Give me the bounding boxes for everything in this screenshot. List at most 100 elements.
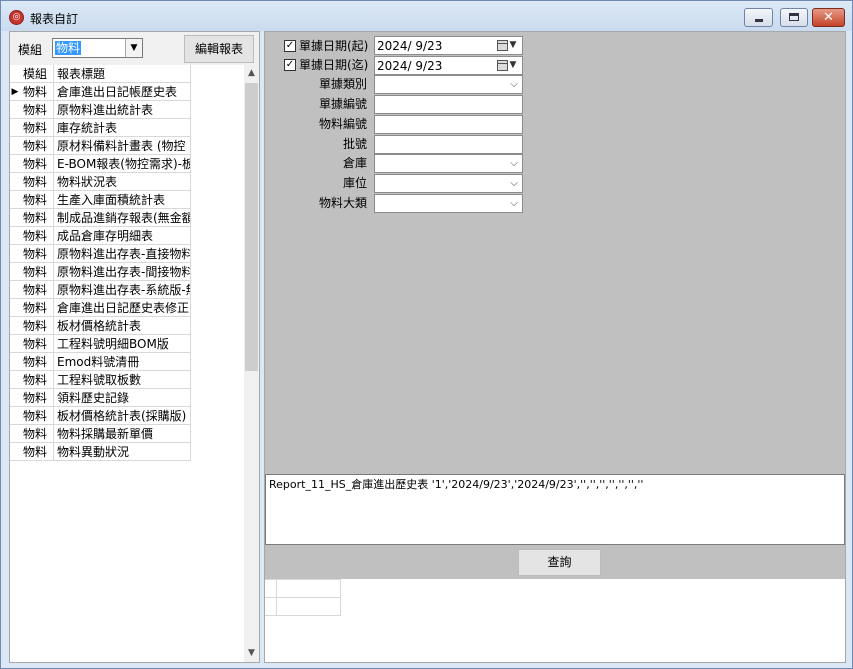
row-module[interactable]: 物料 [20, 191, 54, 209]
row-title[interactable]: 工程料號明細BOM版 [54, 335, 191, 353]
scroll-up-icon[interactable]: ▲ [244, 65, 259, 81]
warehouse-select[interactable]: ⌵ [374, 154, 523, 173]
row-module[interactable]: 物料 [20, 407, 54, 425]
grid-header-title[interactable]: 報表標題 [54, 65, 191, 83]
location-select[interactable]: ⌵ [374, 174, 523, 193]
table-row[interactable]: 物料 物料採購最新單價 [10, 425, 191, 443]
chevron-down-icon[interactable]: ⌵ [508, 155, 520, 172]
sql-text-area[interactable]: Report_11_HS_倉庫進出歷史表 '1','2024/9/23','20… [265, 474, 845, 545]
row-title[interactable]: 板材價格統計表(採購版) [54, 407, 191, 425]
row-title[interactable]: 原物料進出存表-間接物料 [54, 263, 191, 281]
row-module[interactable]: 物料 [20, 227, 54, 245]
row-module[interactable]: 物料 [20, 317, 54, 335]
table-row[interactable]: 物料 成品倉庫存明細表 [10, 227, 191, 245]
date-to-picker[interactable]: 2024/ 9/23 ▼ [374, 56, 523, 75]
row-title[interactable]: 倉庫進出日記帳歷史表 [54, 83, 191, 101]
chevron-down-icon[interactable]: ⌵ [508, 175, 520, 192]
row-title[interactable]: 制成品進銷存報表(無金額 [54, 209, 191, 227]
table-row[interactable]: 物料 領料歷史記錄 [10, 389, 191, 407]
table-row[interactable]: 物料 板材價格統計表(採購版) [10, 407, 191, 425]
table-row[interactable]: 物料 倉庫進出日記歷史表修正Ⅰ [10, 299, 191, 317]
material-category-select[interactable]: ⌵ [374, 194, 523, 213]
table-row[interactable]: 物料 原物料進出統計表 [10, 101, 191, 119]
chevron-down-icon[interactable]: ▼ [508, 57, 518, 74]
edit-report-button[interactable]: 編輯報表 [184, 35, 254, 63]
row-module[interactable]: 物料 [20, 425, 54, 443]
row-title[interactable]: 原材料備料計畫表 (物控 [54, 137, 191, 155]
row-module[interactable]: 物料 [20, 245, 54, 263]
calendar-icon[interactable] [497, 40, 508, 51]
row-module[interactable]: 物料 [20, 335, 54, 353]
row-title[interactable]: 倉庫進出日記歷史表修正Ⅰ [54, 299, 191, 317]
date-from-picker[interactable]: 2024/ 9/23 ▼ [374, 36, 523, 55]
date-to-label[interactable]: ✓ 單據日期(迄) [284, 56, 386, 74]
row-module[interactable]: 物料 [20, 173, 54, 191]
result-grid[interactable] [265, 579, 845, 662]
row-module[interactable]: 物料 [20, 353, 54, 371]
row-module[interactable]: 物料 [20, 281, 54, 299]
row-title[interactable]: 物料採購最新單價 [54, 425, 191, 443]
doc-type-select[interactable]: ⌵ [374, 75, 523, 94]
row-module[interactable]: 物料 [20, 263, 54, 281]
chevron-down-icon[interactable]: ⌵ [508, 76, 520, 93]
row-title[interactable]: 庫存統計表 [54, 119, 191, 137]
table-row[interactable]: 物料 工程料號取板數 [10, 371, 191, 389]
row-title[interactable]: 物料異動狀況 [54, 443, 191, 461]
minimize-button[interactable] [744, 8, 773, 27]
row-title[interactable]: 原物料進出存表-系統版-無 [54, 281, 191, 299]
table-row[interactable]: 物料 原材料備料計畫表 (物控 [10, 137, 191, 155]
row-title[interactable]: 工程料號取板數 [54, 371, 191, 389]
scroll-thumb[interactable] [245, 83, 258, 371]
row-title[interactable]: 原物料進出存表-直接物料 [54, 245, 191, 263]
chevron-down-icon[interactable]: ▼ [125, 39, 142, 57]
row-module[interactable]: 物料 [20, 83, 54, 101]
grid-header-module[interactable]: 模組 [20, 65, 54, 83]
table-row[interactable]: 物料 物料狀況表 [10, 173, 191, 191]
query-button[interactable]: 查詢 [518, 549, 601, 576]
calendar-icon[interactable] [497, 60, 508, 71]
date-to-checkbox[interactable]: ✓ [284, 58, 296, 71]
row-module[interactable]: 物料 [20, 443, 54, 461]
row-module[interactable]: 物料 [20, 137, 54, 155]
row-title[interactable]: 生產入庫面積統計表 [54, 191, 191, 209]
date-from-label[interactable]: ✓ 單據日期(起) [284, 37, 386, 55]
table-row[interactable]: 物料 物料異動狀況 [10, 443, 191, 461]
row-module[interactable]: 物料 [20, 371, 54, 389]
table-row[interactable]: 物料 制成品進銷存報表(無金額 [10, 209, 191, 227]
table-row[interactable]: 物料 工程料號明細BOM版 [10, 335, 191, 353]
row-module[interactable]: 物料 [20, 101, 54, 119]
row-title[interactable]: 板材價格統計表 [54, 317, 191, 335]
row-module[interactable]: 物料 [20, 119, 54, 137]
table-row[interactable]: ▶ 物料 倉庫進出日記帳歷史表 [10, 83, 191, 101]
title-bar[interactable]: ◎ 報表自訂 ✕ [1, 1, 852, 31]
grid-scrollbar[interactable]: ▲ ▼ [244, 65, 259, 662]
table-row[interactable]: 物料 原物料進出存表-間接物料 [10, 263, 191, 281]
table-row[interactable]: 物料 板材價格統計表 [10, 317, 191, 335]
close-button[interactable]: ✕ [812, 8, 845, 27]
scroll-down-icon[interactable]: ▼ [244, 645, 259, 661]
row-title[interactable]: Emod料號清冊 [54, 353, 191, 371]
table-row[interactable]: 物料 生產入庫面積統計表 [10, 191, 191, 209]
row-module[interactable]: 物料 [20, 389, 54, 407]
doc-no-input[interactable] [374, 95, 523, 114]
row-module[interactable]: 物料 [20, 299, 54, 317]
row-title[interactable]: 物料狀況表 [54, 173, 191, 191]
row-title[interactable]: 領料歷史記錄 [54, 389, 191, 407]
row-module[interactable]: 物料 [20, 209, 54, 227]
maximize-button[interactable] [780, 8, 808, 27]
row-module[interactable]: 物料 [20, 155, 54, 173]
material-no-input[interactable] [374, 115, 523, 134]
date-from-checkbox[interactable]: ✓ [284, 39, 296, 52]
table-row[interactable]: 物料 庫存統計表 [10, 119, 191, 137]
group-select[interactable]: 物料 ▼ [52, 38, 143, 58]
batch-no-input[interactable] [374, 135, 523, 154]
row-title[interactable]: 成品倉庫存明細表 [54, 227, 191, 245]
chevron-down-icon[interactable]: ⌵ [508, 195, 520, 212]
row-title[interactable]: E-BOM報表(物控需求)-板柞 [54, 155, 191, 173]
table-row[interactable]: 物料 原物料進出存表-直接物料 [10, 245, 191, 263]
row-title[interactable]: 原物料進出統計表 [54, 101, 191, 119]
table-row[interactable]: 物料 Emod料號清冊 [10, 353, 191, 371]
chevron-down-icon[interactable]: ▼ [508, 37, 518, 54]
table-row[interactable]: 物料E-BOM報表(物控需求)-板柞 [10, 155, 191, 173]
table-row[interactable]: 物料 原物料進出存表-系統版-無 [10, 281, 191, 299]
